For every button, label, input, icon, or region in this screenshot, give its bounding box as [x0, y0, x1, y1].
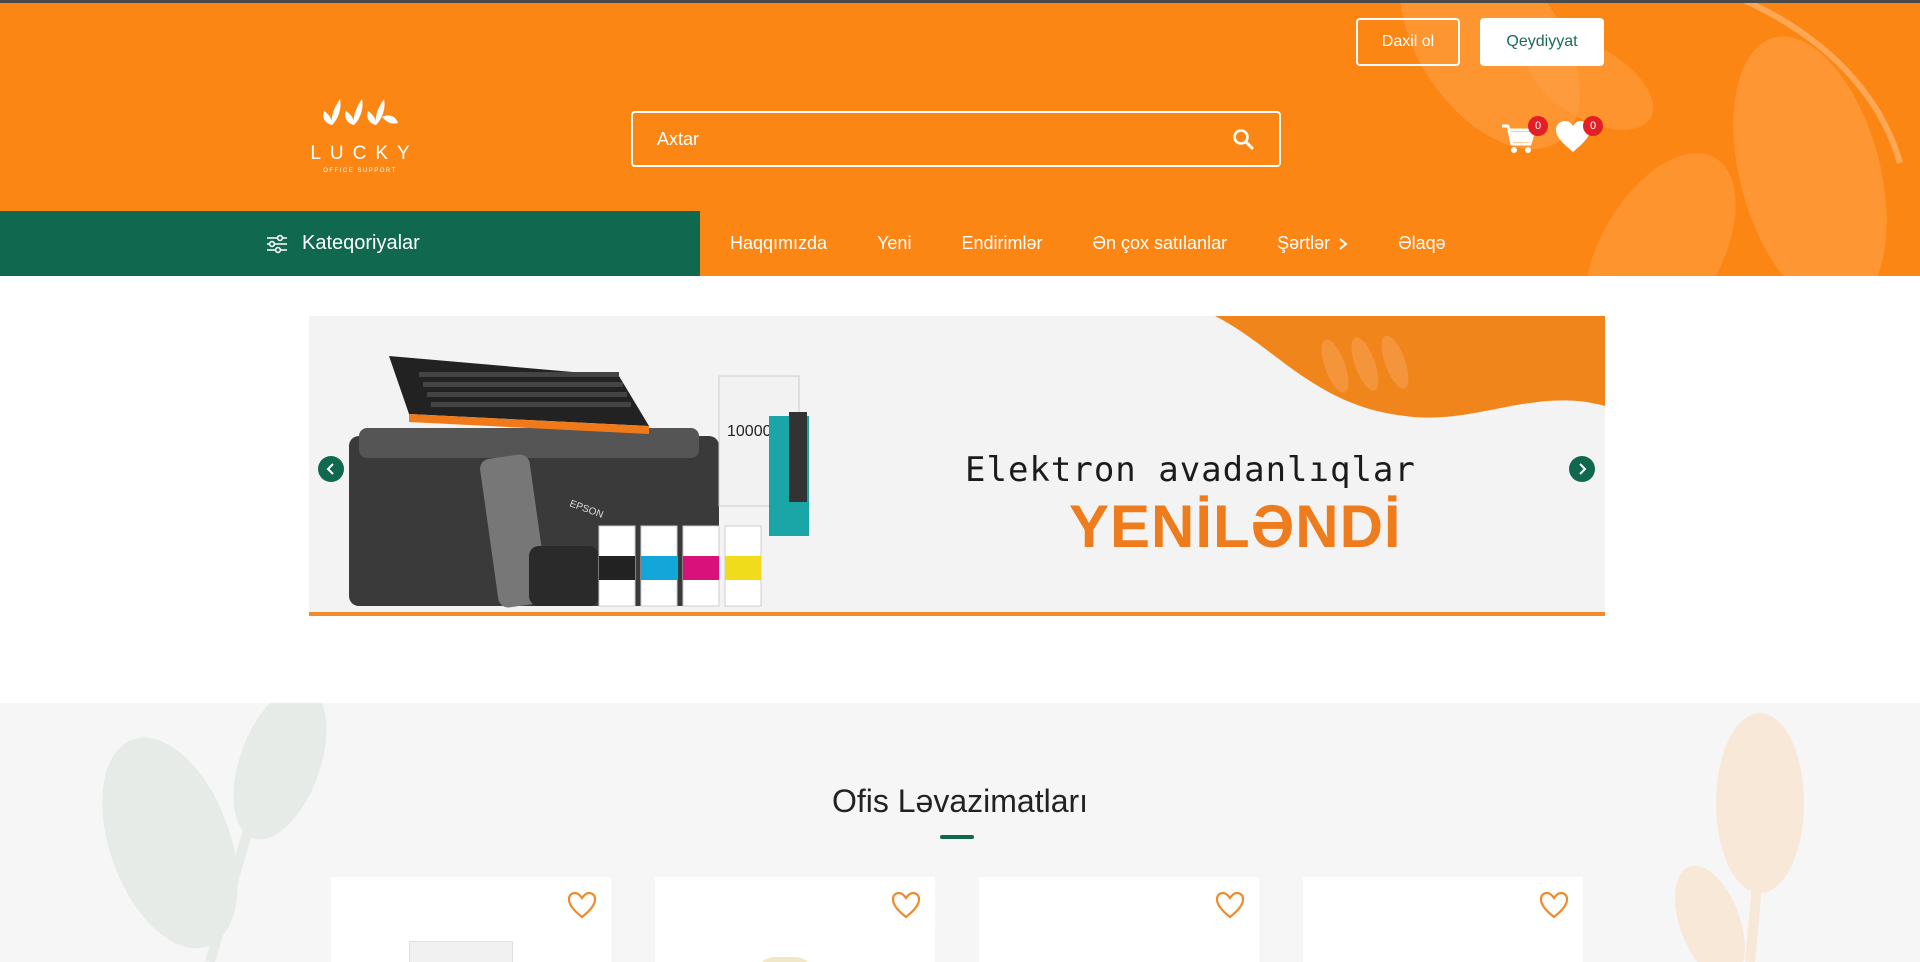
leaf-logo-icon: [323, 99, 398, 125]
product-card[interactable]: [655, 877, 935, 962]
banner-subheadline: YENİLƏNDİ: [1069, 493, 1402, 560]
favorites-button[interactable]: 0: [1555, 116, 1603, 160]
logo-wordmark: LUCKY: [310, 143, 419, 164]
cart-button[interactable]: 0: [1500, 116, 1548, 160]
search-input[interactable]: [657, 128, 1231, 150]
search-box: [631, 111, 1281, 167]
hero-banner[interactable]: EPSON 10000 Elektron avadanlıqlar YENİLƏ…: [309, 316, 1605, 616]
section-leaf-decoration-left: [102, 703, 327, 962]
banner-headline: Elektron avadanlıqlar: [965, 450, 1416, 490]
product-card[interactable]: [979, 877, 1259, 962]
banner-orange-shape: [1215, 316, 1605, 418]
favorites-count-badge: 0: [1583, 116, 1603, 136]
logo-tagline: OFFICE SUPPORT: [323, 168, 397, 174]
main-nav: Haqqımızda Yeni Endirimlər Ən çox satıla…: [730, 211, 1496, 276]
section-title-underline: [940, 835, 974, 839]
search-icon[interactable]: [1231, 127, 1255, 151]
office-supplies-section: Ofis Ləvazimatları: [0, 703, 1920, 962]
nav-terms-label: Şərtlər: [1277, 233, 1331, 253]
cart-count-badge: 0: [1528, 116, 1548, 136]
register-button[interactable]: Qeydiyyat: [1480, 18, 1604, 66]
categories-bar: Kateqoriyalar: [0, 211, 700, 276]
powerbank-label: 10000: [727, 423, 772, 440]
heart-outline-icon[interactable]: [1539, 891, 1569, 919]
nav-terms[interactable]: Şərtlər: [1277, 233, 1348, 254]
categories-button[interactable]: Kateqoriyalar: [266, 211, 420, 276]
product-card[interactable]: [1303, 877, 1583, 962]
product-card[interactable]: [331, 877, 611, 962]
chevron-left-icon: [326, 463, 334, 475]
banner-products-image: EPSON 10000: [349, 356, 809, 608]
nav-discounts[interactable]: Endirimlər: [961, 233, 1042, 254]
login-button[interactable]: Daxil ol: [1356, 18, 1460, 66]
product-image: [409, 941, 513, 962]
chevron-right-icon: [1579, 463, 1587, 475]
section-title: Ofis Ləvazimatları: [831, 783, 1089, 819]
banner-next-button[interactable]: [1569, 456, 1595, 482]
sliders-icon: [267, 234, 287, 253]
chevron-right-icon: [1339, 237, 1348, 250]
product-image: [755, 957, 815, 962]
categories-label: Kateqoriyalar: [302, 232, 420, 254]
section-leaf-decoration-right: [1675, 713, 1804, 962]
nav-new[interactable]: Yeni: [877, 233, 911, 254]
nav-about[interactable]: Haqqımızda: [730, 233, 827, 254]
nav-contact[interactable]: Əlaqə: [1398, 233, 1446, 254]
site-logo[interactable]: LUCKY OFFICE SUPPORT: [300, 95, 420, 187]
nav-bestsellers[interactable]: Ən çox satılanlar: [1092, 233, 1227, 254]
site-header: Daxil ol Qeydiyyat LUCKY OFFICE SUPPORT: [0, 3, 1920, 276]
banner-prev-button[interactable]: [318, 456, 344, 482]
heart-outline-icon[interactable]: [891, 891, 921, 919]
heart-outline-icon[interactable]: [567, 891, 597, 919]
heart-outline-icon[interactable]: [1215, 891, 1245, 919]
